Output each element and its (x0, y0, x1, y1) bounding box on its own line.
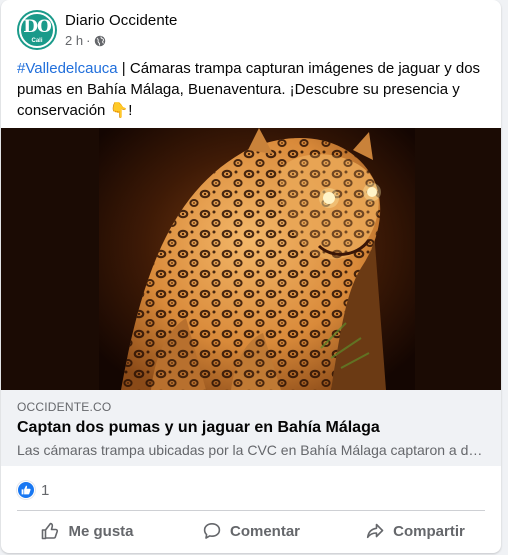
globe-icon[interactable] (94, 35, 106, 47)
link-preview-image[interactable] (1, 128, 501, 390)
post-header: DO Cali Diario Occidente 2 h · (1, 0, 501, 56)
post-caption: #Valledelcauca | Cámaras trampa capturan… (17, 58, 487, 121)
like-label: Me gusta (68, 522, 134, 540)
link-title[interactable]: Captan dos pumas y un jaguar en Bahía Má… (17, 419, 380, 437)
meta-separator: · (86, 33, 91, 48)
comment-button[interactable]: Comentar (169, 513, 333, 549)
page-name-link[interactable]: Diario Occidente (65, 12, 177, 29)
avatar-monogram: DO (23, 17, 52, 37)
actions-divider (17, 510, 485, 511)
like-button[interactable]: Me gusta (5, 513, 169, 549)
post-actions: Me gusta Comentar Compartir (5, 513, 497, 549)
hashtag-link[interactable]: #Valledelcauca (17, 60, 118, 77)
share-icon (367, 523, 384, 539)
thumbs-up-icon (42, 522, 59, 540)
like-icon (17, 481, 35, 499)
post-meta: 2 h · (65, 33, 106, 48)
link-preview[interactable]: OCCIDENTE.CO Captan dos pumas y un jagua… (1, 390, 501, 466)
post-timestamp[interactable]: 2 h (65, 33, 83, 48)
share-label: Compartir (393, 522, 465, 540)
comment-label: Comentar (229, 522, 300, 540)
page-avatar[interactable]: DO Cali (17, 10, 57, 50)
reaction-summary[interactable]: 1 (17, 478, 49, 502)
reaction-count: 1 (41, 481, 50, 499)
comment-icon (203, 523, 221, 539)
avatar-city: Cali (31, 38, 43, 44)
link-description: Las cámaras trampa ubicadas por la CVC e… (17, 442, 487, 458)
share-button[interactable]: Compartir (333, 513, 497, 549)
jaguar-photo (1, 128, 501, 390)
post-card: DO Cali Diario Occidente 2 h · #Valledel… (1, 0, 501, 553)
link-domain: OCCIDENTE.CO (17, 400, 112, 414)
